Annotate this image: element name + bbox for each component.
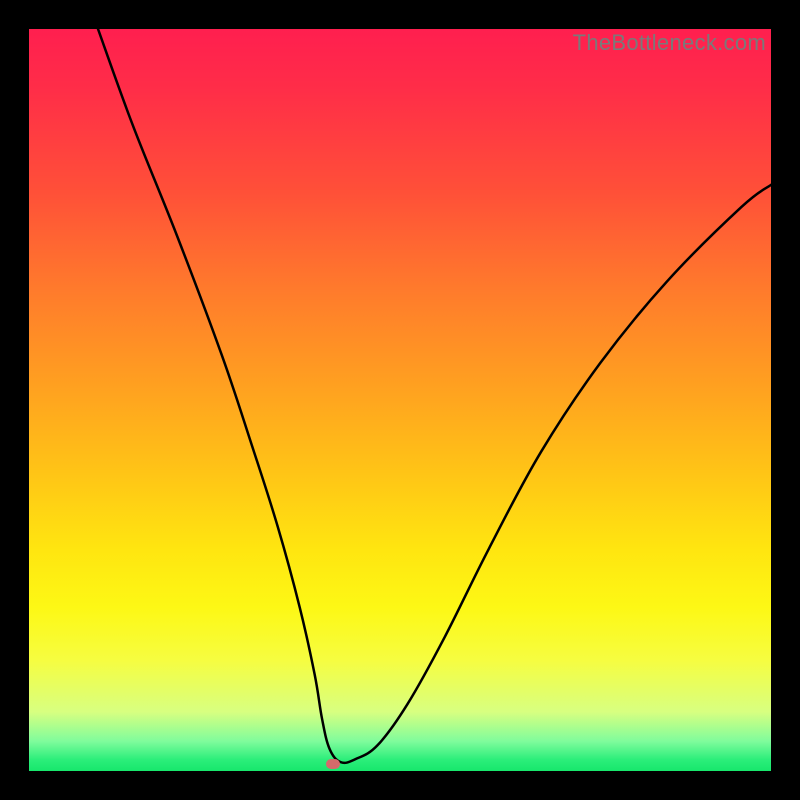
watermark-text: TheBottleneck.com xyxy=(573,30,766,56)
optimum-marker xyxy=(326,759,340,769)
chart-frame: TheBottleneck.com xyxy=(0,0,800,800)
bottleneck-curve xyxy=(29,29,771,771)
plot-area xyxy=(29,29,771,771)
